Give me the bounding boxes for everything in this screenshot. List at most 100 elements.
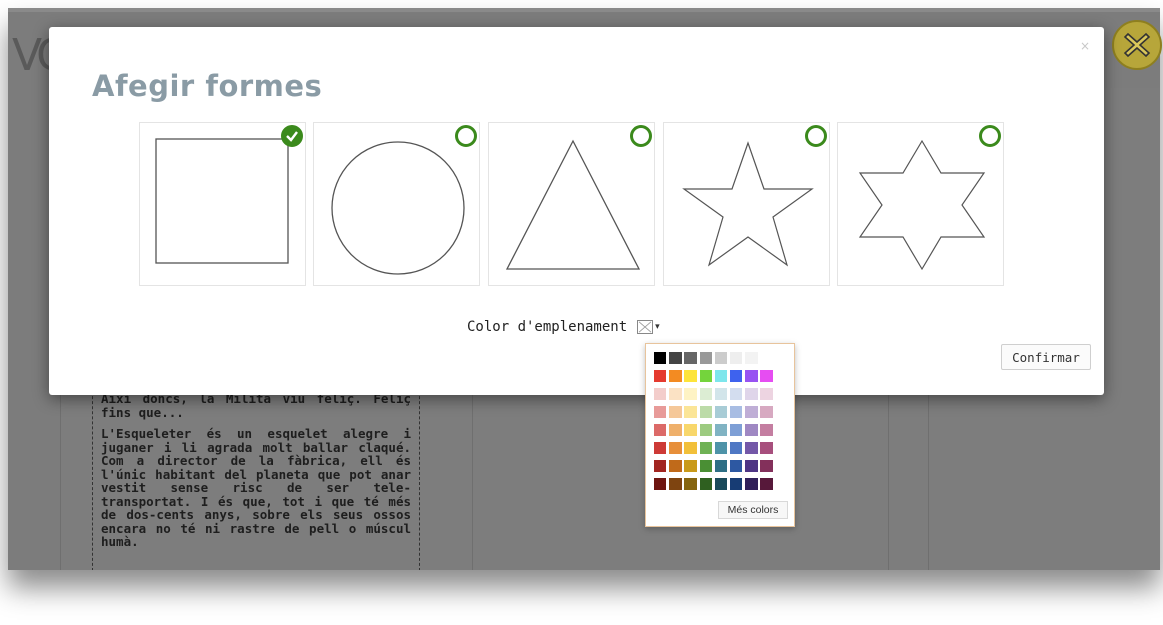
app-top-bar	[8, 8, 1160, 12]
close-x-glyph	[1123, 32, 1151, 58]
no-fill-swatch-icon	[637, 320, 654, 334]
color-swatch[interactable]	[714, 424, 728, 436]
color-swatch[interactable]	[654, 460, 667, 472]
close-x-icon[interactable]	[1112, 20, 1162, 70]
color-swatch[interactable]	[699, 406, 712, 418]
color-swatch[interactable]	[729, 442, 743, 454]
color-swatch[interactable]	[654, 424, 667, 436]
color-swatch[interactable]	[714, 406, 728, 418]
story-paragraph: Així doncs, la Milita viu feliç. Feliç f…	[101, 391, 411, 420]
color-swatch[interactable]	[760, 370, 773, 382]
color-swatch[interactable]	[669, 424, 682, 436]
palette-row	[654, 460, 786, 472]
color-swatch[interactable]	[699, 442, 712, 454]
shape-option-square[interactable]	[139, 122, 306, 286]
color-swatch[interactable]	[714, 352, 728, 364]
color-swatch[interactable]	[699, 460, 712, 472]
color-swatch[interactable]	[745, 442, 758, 454]
color-swatch[interactable]	[684, 442, 697, 454]
color-swatch[interactable]	[684, 388, 697, 400]
palette-row	[654, 424, 786, 436]
more-colors-button[interactable]: Més colors	[718, 501, 788, 519]
unselected-radio-icon	[455, 125, 477, 147]
color-swatch[interactable]	[684, 406, 697, 418]
square-shape-icon	[155, 138, 289, 264]
unselected-radio-icon	[979, 125, 1001, 147]
color-swatch[interactable]	[699, 370, 712, 382]
confirm-button[interactable]: Confirmar	[1001, 344, 1091, 370]
color-swatch[interactable]	[669, 442, 682, 454]
circle-shape-icon	[331, 141, 465, 275]
color-swatch[interactable]	[654, 478, 667, 490]
palette-row	[654, 478, 786, 490]
color-swatch[interactable]	[760, 352, 773, 364]
color-swatch[interactable]	[745, 478, 758, 490]
unselected-radio-icon	[805, 125, 827, 147]
color-swatch[interactable]	[760, 460, 773, 472]
color-swatch[interactable]	[760, 442, 773, 454]
color-swatch[interactable]	[729, 352, 743, 364]
shape-option-six-point-star[interactable]	[837, 122, 1004, 286]
color-swatch[interactable]	[699, 388, 712, 400]
dialog-close-button[interactable]: ×	[1080, 39, 1090, 53]
color-swatch[interactable]	[669, 388, 682, 400]
color-swatch[interactable]	[684, 460, 697, 472]
color-swatch[interactable]	[745, 370, 758, 382]
color-swatch[interactable]	[669, 460, 682, 472]
palette-row	[654, 388, 786, 400]
palette-row	[654, 406, 786, 418]
triangle-shape-icon	[505, 139, 641, 270]
color-swatch[interactable]	[714, 442, 728, 454]
fill-color-row: Color d'emplenament ▾	[467, 319, 660, 335]
color-swatch[interactable]	[714, 478, 728, 490]
color-swatch[interactable]	[654, 442, 667, 454]
color-swatch[interactable]	[729, 406, 743, 418]
color-swatch[interactable]	[714, 460, 728, 472]
add-shapes-dialog: × Afegir formes Color d'emplenament ▾ Co…	[49, 27, 1104, 395]
shape-option-circle[interactable]	[313, 122, 480, 286]
color-swatch[interactable]	[729, 460, 743, 472]
color-swatch[interactable]	[714, 388, 728, 400]
color-swatch[interactable]	[669, 352, 682, 364]
color-swatch[interactable]	[729, 370, 743, 382]
color-swatch[interactable]	[745, 406, 758, 418]
shape-option-triangle[interactable]	[488, 122, 655, 286]
palette-row	[654, 442, 786, 454]
palette-row	[654, 352, 786, 364]
color-swatch[interactable]	[654, 388, 667, 400]
story-text-box[interactable]: Així doncs, la Milita viu feliç. Feliç f…	[92, 386, 420, 570]
color-swatch[interactable]	[699, 478, 712, 490]
color-swatch[interactable]	[729, 388, 743, 400]
fill-color-label: Color d'emplenament	[467, 319, 628, 335]
color-swatch[interactable]	[669, 370, 682, 382]
color-swatch[interactable]	[760, 388, 773, 400]
color-swatch[interactable]	[684, 352, 697, 364]
color-swatch[interactable]	[654, 370, 667, 382]
color-swatch[interactable]	[684, 424, 697, 436]
color-swatch[interactable]	[745, 388, 758, 400]
color-swatch[interactable]	[654, 406, 667, 418]
color-swatch[interactable]	[699, 352, 712, 364]
color-swatch[interactable]	[760, 478, 773, 490]
color-swatch[interactable]	[745, 352, 758, 364]
color-swatch[interactable]	[729, 478, 743, 490]
color-swatch[interactable]	[699, 424, 712, 436]
shape-option-five-point-star[interactable]	[663, 122, 830, 286]
color-swatch[interactable]	[745, 460, 758, 472]
color-swatch[interactable]	[669, 406, 682, 418]
five-point-star-icon	[682, 141, 814, 267]
color-palette-popup: Més colors	[645, 343, 795, 527]
color-swatch[interactable]	[729, 424, 743, 436]
screen: VC Així doncs, la Milita viu feliç. Feli…	[0, 0, 1163, 625]
color-swatch[interactable]	[684, 370, 697, 382]
color-swatch[interactable]	[684, 478, 697, 490]
color-swatch[interactable]	[654, 352, 667, 364]
color-swatch[interactable]	[760, 406, 773, 418]
fill-color-dropdown[interactable]: ▾	[637, 320, 660, 334]
selected-check-icon	[281, 125, 303, 147]
color-swatch[interactable]	[714, 370, 728, 382]
color-swatch[interactable]	[760, 424, 773, 436]
color-swatch[interactable]	[745, 424, 758, 436]
dialog-title: Afegir formes	[92, 69, 323, 103]
color-swatch[interactable]	[669, 478, 682, 490]
